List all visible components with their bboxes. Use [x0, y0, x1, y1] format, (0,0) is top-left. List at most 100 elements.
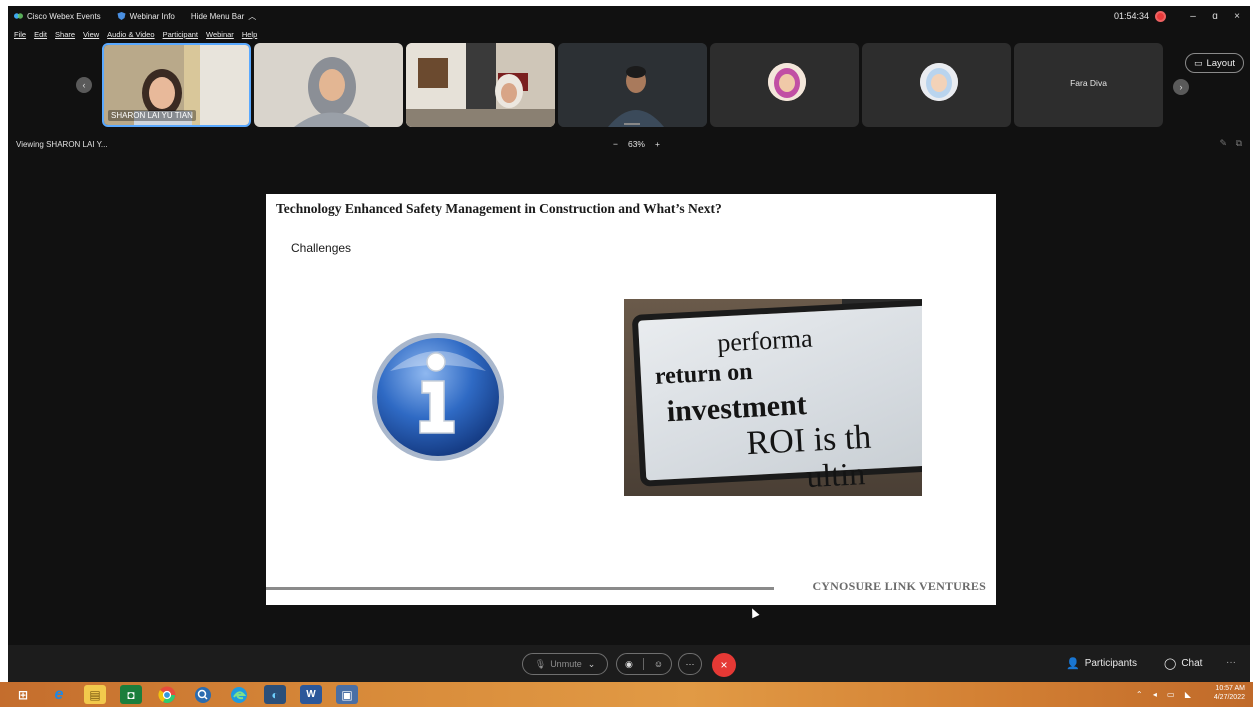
- drag-handle[interactable]: [624, 123, 640, 125]
- word-icon[interactable]: W: [300, 685, 322, 704]
- chevron-up-icon: ︿: [248, 11, 257, 21]
- reactions-icon[interactable]: ☺: [654, 659, 663, 669]
- viewing-label: Viewing SHARON LAI Y...: [16, 140, 108, 149]
- avatar-image: [920, 63, 958, 101]
- annotate-icon[interactable]: ✎: [1220, 138, 1228, 148]
- chevron-down-icon: ⌄: [587, 658, 596, 669]
- more-options-button[interactable]: ···: [678, 653, 702, 675]
- roi-text-line: performa: [716, 323, 814, 358]
- roi-text-line: return on: [654, 358, 754, 390]
- unmute-label: Unmute: [550, 659, 582, 669]
- overflow-button[interactable]: ···: [1226, 657, 1236, 668]
- search-app-icon[interactable]: [192, 685, 214, 704]
- video-tile-3[interactable]: [406, 43, 555, 127]
- layout-label: Layout: [1206, 57, 1235, 69]
- restore-button[interactable]: ɑ: [1208, 11, 1222, 22]
- menu-audio-video[interactable]: Audio & Video: [107, 30, 154, 39]
- avatar: [920, 63, 958, 101]
- participants-label: Participants: [1084, 658, 1137, 669]
- webex-window: Cisco Webex Events Webinar Info Hide Men…: [8, 6, 1250, 682]
- webinar-info-button[interactable]: Webinar Info: [117, 12, 175, 21]
- desktop-app-icon[interactable]: ▣: [336, 685, 358, 704]
- zoom-level: 63%: [627, 139, 645, 149]
- leave-meeting-button[interactable]: ×: [712, 653, 736, 677]
- clock-date: 4/27/2022: [1213, 694, 1245, 701]
- webinar-info-label: Webinar Info: [129, 11, 175, 21]
- footer-divider: [266, 587, 774, 590]
- hide-menu-label: Hide Menu Bar: [190, 11, 245, 21]
- menu-help[interactable]: Help: [242, 30, 257, 39]
- video-tile-sharon[interactable]: SHARON LAI YU TIAN: [102, 43, 251, 127]
- hide-menu-bar-button[interactable]: Hide Menu Bar ︿: [191, 11, 256, 22]
- microphone-muted-icon: 🎙: [534, 658, 547, 669]
- minimize-button[interactable]: –: [1186, 11, 1200, 22]
- mouse-cursor-icon: [748, 606, 760, 619]
- meeting-controls: 🎙 Unmute ⌄ ◉ ☺ ··· × 👤 Participants ◯ Ch…: [8, 645, 1250, 682]
- recording-icon[interactable]: [1155, 10, 1166, 22]
- file-explorer-icon[interactable]: ▤: [84, 685, 106, 704]
- name-tile-fara[interactable]: Fara Diva: [1014, 43, 1163, 127]
- chat-icon: ◯: [1164, 658, 1177, 670]
- webex-logo-icon: [14, 13, 23, 19]
- video-tile-4[interactable]: [558, 43, 707, 127]
- internet-explorer-icon[interactable]: e: [48, 685, 70, 704]
- tablet-screen: performa return on investment ROI is th …: [638, 305, 922, 494]
- filmstrip-prev-button[interactable]: ‹: [76, 77, 92, 93]
- chat-button[interactable]: ◯ Chat: [1164, 657, 1202, 670]
- shared-slide: Technology Enhanced Safety Management in…: [266, 194, 996, 605]
- meeting-timer: 01:54:34: [1113, 11, 1149, 21]
- layout-button[interactable]: ▭ Layout: [1184, 53, 1244, 73]
- participant-filmstrip: ‹ SHARON LAI YU TIAN Fara Diva › ▭ Layou…: [8, 43, 1250, 129]
- roi-text-line: ultin: [805, 455, 866, 495]
- participant-video: [406, 43, 555, 127]
- participants-button[interactable]: 👤 Participants: [1066, 657, 1137, 670]
- windows-taskbar: ⊞ e ▤ ◘ ◐ W ▣ ⌃ ◂ ▭ ◣ 10:57 AM 4/27/2022: [0, 682, 1253, 707]
- avatar-tile-2[interactable]: [862, 43, 1011, 127]
- filmstrip-next-button[interactable]: ›: [1173, 79, 1189, 95]
- system-tray-icons[interactable]: ⌃ ◂ ▭ ◣: [1136, 690, 1195, 699]
- slide-footer: CYNOSURE LINK VENTURES: [812, 579, 986, 593]
- view-options: ✎ ⧉: [1220, 138, 1243, 149]
- menu-participant[interactable]: Participant: [163, 30, 198, 39]
- menu-webinar[interactable]: Webinar: [206, 30, 234, 39]
- unmute-button[interactable]: 🎙 Unmute ⌄: [522, 653, 608, 675]
- webex-taskbar-icon[interactable]: ◐: [264, 685, 286, 704]
- video-tile-2[interactable]: [254, 43, 403, 127]
- windows-start-icon[interactable]: ⊞: [12, 685, 34, 704]
- close-button[interactable]: ×: [1230, 11, 1244, 22]
- clock-time: 10:57 AM: [1215, 685, 1245, 692]
- edge-icon[interactable]: [228, 685, 250, 704]
- popout-icon[interactable]: ⧉: [1236, 138, 1242, 148]
- avatar-tile-1[interactable]: [710, 43, 859, 127]
- zoom-in-button[interactable]: +: [655, 139, 660, 149]
- tile-name: SHARON LAI YU TIAN: [108, 110, 196, 121]
- participant-name: Fara Diva: [1070, 78, 1107, 88]
- audio-reactions-group: ◉ ☺: [616, 653, 672, 675]
- participant-video: [254, 43, 403, 127]
- slide-subtitle: Challenges: [291, 241, 352, 255]
- avatar-image: [768, 63, 806, 101]
- edge-logo: [231, 686, 247, 703]
- participant-video: [558, 43, 707, 127]
- info-icon: [372, 333, 504, 461]
- chrome-icon[interactable]: [156, 685, 178, 704]
- divider: [642, 658, 644, 670]
- system-clock[interactable]: 10:57 AM 4/27/2022: [1214, 684, 1245, 702]
- shield-icon: [117, 12, 126, 20]
- menu-bar: File Edit Share View Audio & Video Parti…: [8, 27, 259, 41]
- store-icon[interactable]: ◘: [120, 685, 142, 704]
- chrome-logo: [158, 686, 176, 703]
- zoom-out-button[interactable]: −: [613, 139, 618, 149]
- app-name-label: Cisco Webex Events: [27, 11, 101, 21]
- title-bar: Cisco Webex Events Webinar Info Hide Men…: [8, 6, 1250, 26]
- zoom-control: − 63% +: [608, 139, 665, 149]
- search-globe: [195, 686, 211, 703]
- app-name[interactable]: Cisco Webex Events: [14, 12, 101, 21]
- menu-file[interactable]: File: [14, 30, 26, 39]
- menu-share[interactable]: Share: [55, 30, 75, 39]
- menu-edit[interactable]: Edit: [34, 30, 47, 39]
- layout-icon: ▭: [1193, 57, 1203, 68]
- roi-image: performa return on investment ROI is th …: [624, 299, 922, 496]
- record-icon[interactable]: ◉: [625, 659, 633, 670]
- menu-view[interactable]: View: [83, 30, 99, 39]
